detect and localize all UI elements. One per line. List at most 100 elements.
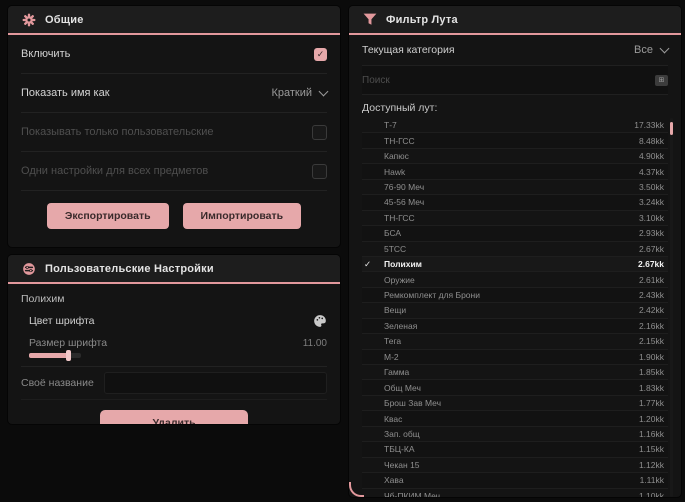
loot-name: 76-90 Меч bbox=[384, 181, 425, 192]
loot-row[interactable]: Зап. общ 1.16kk bbox=[362, 427, 668, 443]
general-panel-body: Включить ✓ Показать имя как Краткий Пока… bbox=[8, 35, 340, 239]
import-button[interactable]: Импортировать bbox=[182, 203, 302, 229]
font-size-slider-wrap bbox=[21, 350, 327, 367]
loot-row[interactable]: ТН-ГСС 8.48kk bbox=[362, 133, 668, 149]
loot-row[interactable]: Квас 1.20kk bbox=[362, 411, 668, 427]
loot-name: 5ТСС bbox=[384, 243, 407, 254]
delete-button[interactable]: Удалить bbox=[100, 410, 248, 424]
loot-value: 1.11kk bbox=[639, 475, 664, 486]
custom-name-input[interactable] bbox=[103, 372, 327, 394]
custom-settings-body: Полихим Цвет шрифта Размер шрифта 11.00 bbox=[8, 284, 340, 424]
scrollbar-thumb[interactable] bbox=[670, 122, 673, 135]
enable-row: Включить ✓ bbox=[21, 35, 327, 74]
loot-name: Оружие bbox=[384, 274, 415, 285]
panel-title: Пользовательские Настройки bbox=[45, 262, 214, 275]
loot-value: 2.67kk bbox=[638, 243, 664, 254]
loot-name: Вещи bbox=[384, 305, 407, 316]
loot-name: ТН-ГСС bbox=[384, 135, 415, 146]
loot-value: 1.83kk bbox=[638, 382, 664, 393]
loot-value: 2.93kk bbox=[638, 228, 664, 239]
loot-name: ТН-ГСС bbox=[384, 212, 415, 223]
mod-config-screen: Общие Включить ✓ Показать имя как Кратки… bbox=[0, 0, 685, 502]
loot-row[interactable]: 5ТСС 2.67kk bbox=[362, 242, 668, 257]
loot-row[interactable]: Чекан 15 1.12kk bbox=[362, 458, 668, 474]
loot-name: Брош Зав Меч bbox=[384, 398, 442, 409]
display-name-dropdown[interactable]: Краткий bbox=[271, 86, 329, 99]
loot-name: Hawk bbox=[384, 166, 406, 177]
loot-row[interactable]: Т-7 17.33kk bbox=[362, 118, 668, 134]
loot-value: 3.24kk bbox=[638, 197, 664, 208]
search-input[interactable] bbox=[362, 74, 647, 86]
loot-value: 4.90kk bbox=[638, 151, 664, 162]
loot-row[interactable]: Ремкомплект для Брони 2.43kk bbox=[362, 287, 668, 304]
loot-row[interactable]: Хава 1.11kk bbox=[362, 473, 668, 489]
loot-row[interactable]: ✓ Полихим 2.67kk bbox=[362, 256, 668, 273]
export-button[interactable]: Экспортировать bbox=[46, 203, 169, 229]
loot-filter-body: Текущая категория Все ⊞ Доступный лут: Т… bbox=[349, 35, 681, 497]
category-dropdown[interactable]: Все bbox=[634, 43, 670, 56]
loot-value: 2.16kk bbox=[638, 320, 664, 331]
loot-value: 3.50kk bbox=[638, 181, 664, 192]
loot-name: Квас bbox=[384, 413, 403, 424]
available-loot-label: Доступный лут: bbox=[362, 102, 438, 114]
loot-value: 1.90kk bbox=[638, 351, 664, 362]
loot-row[interactable]: Hawk 4.37kk bbox=[362, 164, 668, 180]
loot-row[interactable]: Зеленая 2.16kk bbox=[362, 318, 668, 335]
loot-filter-header: Фильтр Лута bbox=[349, 6, 681, 33]
font-size-slider[interactable] bbox=[29, 350, 81, 361]
font-color-label: Цвет шрифта bbox=[29, 315, 95, 327]
loot-value: 1.16kk bbox=[638, 428, 664, 439]
loot-value: 17.33kk bbox=[634, 120, 664, 131]
check-icon: ✓ bbox=[364, 258, 372, 269]
enable-checkbox[interactable]: ✓ bbox=[314, 47, 327, 61]
loot-row[interactable]: Тега 2.15kk bbox=[362, 334, 668, 350]
loot-value: 1.12kk bbox=[638, 459, 664, 470]
display-name-row: Показать имя как Краткий bbox=[21, 74, 329, 113]
custom-name-label: Своё название bbox=[21, 377, 94, 389]
loot-value: 2.42kk bbox=[638, 305, 664, 316]
loot-name: Чб-ПКИМ Меч bbox=[384, 490, 441, 497]
loot-value: 1.15kk bbox=[638, 444, 664, 455]
dropdown-value: Все bbox=[634, 44, 653, 56]
loot-row[interactable]: М-2 1.90kk bbox=[362, 349, 668, 365]
loot-row[interactable]: Чб-ПКИМ Меч 1.10kk bbox=[362, 489, 668, 497]
custom-name-row: Своё название bbox=[21, 367, 327, 400]
loot-name: Хава bbox=[384, 475, 404, 486]
only-custom-checkbox[interactable] bbox=[312, 124, 327, 140]
same-settings-checkbox[interactable] bbox=[312, 163, 327, 179]
loot-filter-panel: Фильтр Лута Текущая категория Все ⊞ Дост… bbox=[349, 6, 681, 497]
loot-row[interactable]: Капюс 4.90kk bbox=[362, 149, 668, 165]
loot-row[interactable]: БСА 2.93kk bbox=[362, 226, 668, 242]
loot-row[interactable]: Гамма 1.85kk bbox=[362, 365, 668, 381]
loot-value: 2.67kk bbox=[638, 259, 664, 270]
loot-row[interactable]: Брош Зав Меч 1.77kk bbox=[362, 396, 668, 412]
selected-item-name: Полихим bbox=[21, 293, 65, 305]
loot-row[interactable]: Оружие 2.61kk bbox=[362, 272, 668, 288]
category-label: Текущая категория bbox=[362, 44, 455, 56]
loot-name: Общ Меч bbox=[384, 382, 421, 393]
loot-value: 2.15kk bbox=[638, 336, 664, 347]
loot-name: Чекан 15 bbox=[384, 459, 420, 470]
delete-row: Удалить bbox=[21, 400, 327, 424]
loot-row[interactable]: ТН-ГСС 3.10kk bbox=[362, 211, 668, 227]
funnel-icon bbox=[363, 13, 377, 25]
loot-name: Ремкомплект для Брони bbox=[384, 290, 480, 301]
search-options-icon[interactable]: ⊞ bbox=[655, 74, 668, 86]
chevron-down-icon bbox=[659, 43, 670, 54]
scrollbar-track[interactable] bbox=[670, 118, 673, 497]
palette-icon[interactable] bbox=[313, 314, 327, 328]
loot-row[interactable]: Вещи 2.42kk bbox=[362, 303, 668, 319]
chevron-down-icon bbox=[318, 86, 329, 97]
loot-name: БСА bbox=[384, 228, 402, 239]
loot-name: 45-56 Меч bbox=[384, 197, 425, 208]
loot-value: 3.10kk bbox=[638, 212, 664, 223]
dropdown-value: Краткий bbox=[271, 87, 312, 99]
same-settings-row: Одни настройки для всех предметов bbox=[21, 152, 327, 191]
slider-handle[interactable] bbox=[66, 350, 71, 361]
loot-row[interactable]: ТБЦ-КА 1.15kk bbox=[362, 442, 668, 458]
loot-row[interactable]: 76-90 Меч 3.50kk bbox=[362, 180, 668, 196]
font-color-row: Цвет шрифта bbox=[21, 309, 327, 333]
loot-row[interactable]: 45-56 Меч 3.24kk bbox=[362, 195, 668, 211]
loot-row[interactable]: Общ Меч 1.83kk bbox=[362, 380, 668, 396]
loot-name: Капюс bbox=[384, 151, 409, 162]
